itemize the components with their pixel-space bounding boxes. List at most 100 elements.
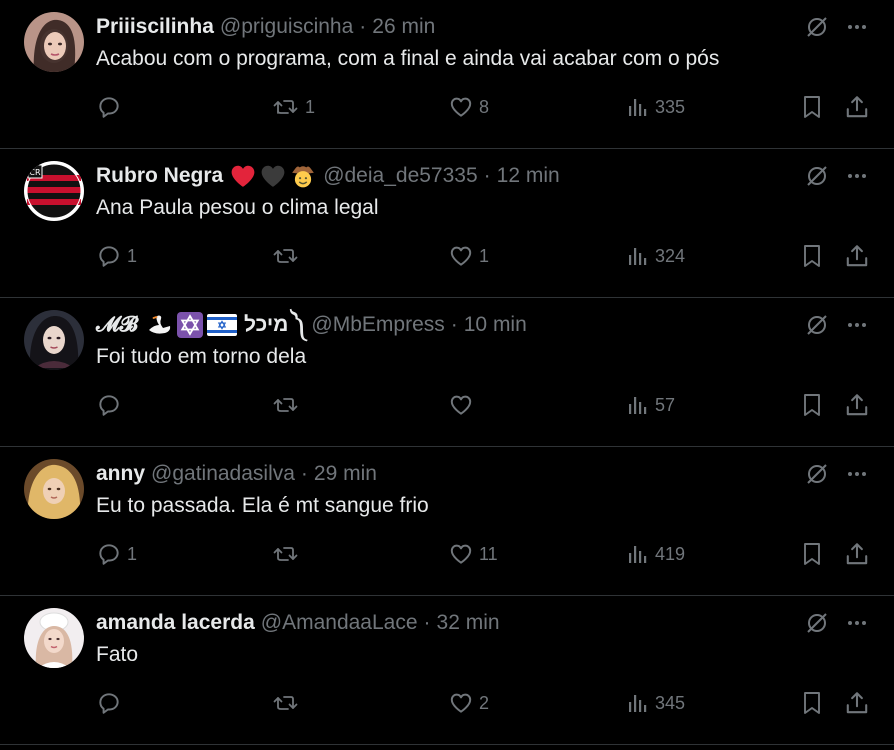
tweet-actions: 1 8 335 <box>96 92 872 122</box>
tweet-text: Foi tudo em torno dela <box>96 345 307 368</box>
share-button[interactable] <box>844 539 870 569</box>
views-chart-icon <box>626 393 650 417</box>
separator-dot: · <box>423 611 431 634</box>
separator-dot: · <box>300 462 308 485</box>
like-button[interactable]: 8 <box>448 92 489 122</box>
swan-icon <box>145 313 173 337</box>
tweet-item[interactable]: Priiiscilinha @priguiscinha · 26 min Aca… <box>0 0 894 149</box>
like-button[interactable]: 11 <box>448 539 498 569</box>
reply-icon <box>96 690 122 716</box>
display-name[interactable]: anny <box>96 459 145 489</box>
timestamp[interactable]: 29 min <box>314 459 377 489</box>
timestamp[interactable]: 32 min <box>437 608 500 638</box>
bookmark-icon <box>800 392 824 418</box>
timestamp[interactable]: 26 min <box>372 12 435 42</box>
bookmark-button[interactable] <box>800 92 824 122</box>
separator-dot: · <box>483 164 491 187</box>
views-button[interactable]: 345 <box>626 688 685 718</box>
avatar[interactable] <box>24 12 84 72</box>
tweet-actions: 1 1 324 <box>96 241 872 271</box>
avatar[interactable] <box>24 608 84 668</box>
grok-icon[interactable] <box>804 461 830 487</box>
tweet-top-actions <box>804 312 870 338</box>
user-handle[interactable]: @gatinadasilva <box>151 459 295 489</box>
reply-button[interactable] <box>96 390 127 420</box>
grok-icon[interactable] <box>804 610 830 636</box>
reply-button[interactable]: 1 <box>96 241 137 271</box>
tweet-top-actions <box>804 14 870 40</box>
share-button[interactable] <box>844 688 870 718</box>
tweet-header: anny @gatinadasilva · 29 min <box>96 459 377 489</box>
tweet-text: Acabou com o programa, com a final e ain… <box>96 47 720 70</box>
display-name-prefix[interactable]: 𝓜𝓑 <box>96 310 138 340</box>
like-button[interactable]: 2 <box>448 688 489 718</box>
reply-button[interactable] <box>96 92 127 122</box>
like-button[interactable]: 1 <box>448 241 489 271</box>
share-icon <box>844 690 870 716</box>
timestamp[interactable]: 12 min <box>497 161 560 191</box>
grok-icon[interactable] <box>804 163 830 189</box>
views-button[interactable]: 57 <box>626 390 675 420</box>
views-button[interactable]: 324 <box>626 241 685 271</box>
grok-icon[interactable] <box>804 14 830 40</box>
like-button[interactable] <box>448 390 479 420</box>
bookmark-icon <box>800 243 824 269</box>
tweet-header: amanda lacerda @AmandaaLace · 32 min <box>96 608 500 638</box>
view-count: 324 <box>655 245 686 266</box>
bookmark-button[interactable] <box>800 390 824 420</box>
more-icon[interactable] <box>844 14 870 40</box>
user-handle[interactable]: @priguiscinha <box>220 12 353 42</box>
retweet-icon <box>272 392 300 418</box>
view-count: 345 <box>655 692 686 713</box>
share-button[interactable] <box>844 241 870 271</box>
avatar[interactable] <box>24 310 84 370</box>
retweet-button[interactable]: 1 <box>272 92 315 122</box>
reply-button[interactable] <box>96 688 127 718</box>
tweet-top-actions <box>804 163 870 189</box>
separator-dot: · <box>359 15 367 38</box>
tweet-item[interactable]: CR Rubro Negra @deia_de57335 · 12 min An… <box>0 149 894 298</box>
bookmark-button[interactable] <box>800 241 824 271</box>
display-name[interactable]: מיכל <box>244 310 288 340</box>
reply-count: 1 <box>127 245 138 266</box>
view-count: 419 <box>655 543 686 564</box>
bookmark-button[interactable] <box>800 539 824 569</box>
display-name[interactable]: Priiiscilinha <box>96 12 214 42</box>
display-name[interactable]: amanda lacerda <box>96 608 255 638</box>
user-handle[interactable]: @MbEmpress <box>311 310 444 340</box>
display-name[interactable]: Rubro Negra <box>96 161 223 191</box>
retweet-icon <box>272 243 300 269</box>
reply-icon <box>96 94 122 120</box>
heart-icon <box>448 94 474 120</box>
tweet-item[interactable]: amanda lacerda @AmandaaLace · 32 min Fat… <box>0 596 894 745</box>
more-icon[interactable] <box>844 610 870 636</box>
timestamp[interactable]: 10 min <box>464 310 527 340</box>
retweet-button[interactable] <box>272 241 305 271</box>
avatar[interactable]: CR <box>24 161 84 221</box>
user-handle[interactable]: @AmandaaLace <box>261 608 418 638</box>
more-icon[interactable] <box>844 461 870 487</box>
tweet-item[interactable]: 𝓜𝓑 מיכל ༽ @MbEmpress · 10 min Foi tudo e… <box>0 298 894 447</box>
tweet-item[interactable]: anny @gatinadasilva · 29 min Eu to passa… <box>0 447 894 596</box>
share-button[interactable] <box>844 390 870 420</box>
retweet-icon <box>272 541 300 567</box>
user-handle[interactable]: @deia_de57335 <box>323 161 477 191</box>
more-icon[interactable] <box>844 163 870 189</box>
views-button[interactable]: 335 <box>626 92 685 122</box>
avatar[interactable] <box>24 459 84 519</box>
views-chart-icon <box>626 542 650 566</box>
more-icon[interactable] <box>844 312 870 338</box>
share-icon <box>844 541 870 567</box>
cowboy-face-icon <box>290 163 316 189</box>
retweet-button[interactable] <box>272 688 305 718</box>
bookmark-button[interactable] <box>800 688 824 718</box>
share-icon <box>844 243 870 269</box>
retweet-button[interactable] <box>272 390 305 420</box>
grok-icon[interactable] <box>804 312 830 338</box>
israel-flag-icon <box>207 314 238 336</box>
reply-button[interactable]: 1 <box>96 539 137 569</box>
views-button[interactable]: 419 <box>626 539 685 569</box>
display-name-suffix[interactable]: ༽ <box>290 310 305 340</box>
share-button[interactable] <box>844 92 870 122</box>
retweet-button[interactable] <box>272 539 305 569</box>
